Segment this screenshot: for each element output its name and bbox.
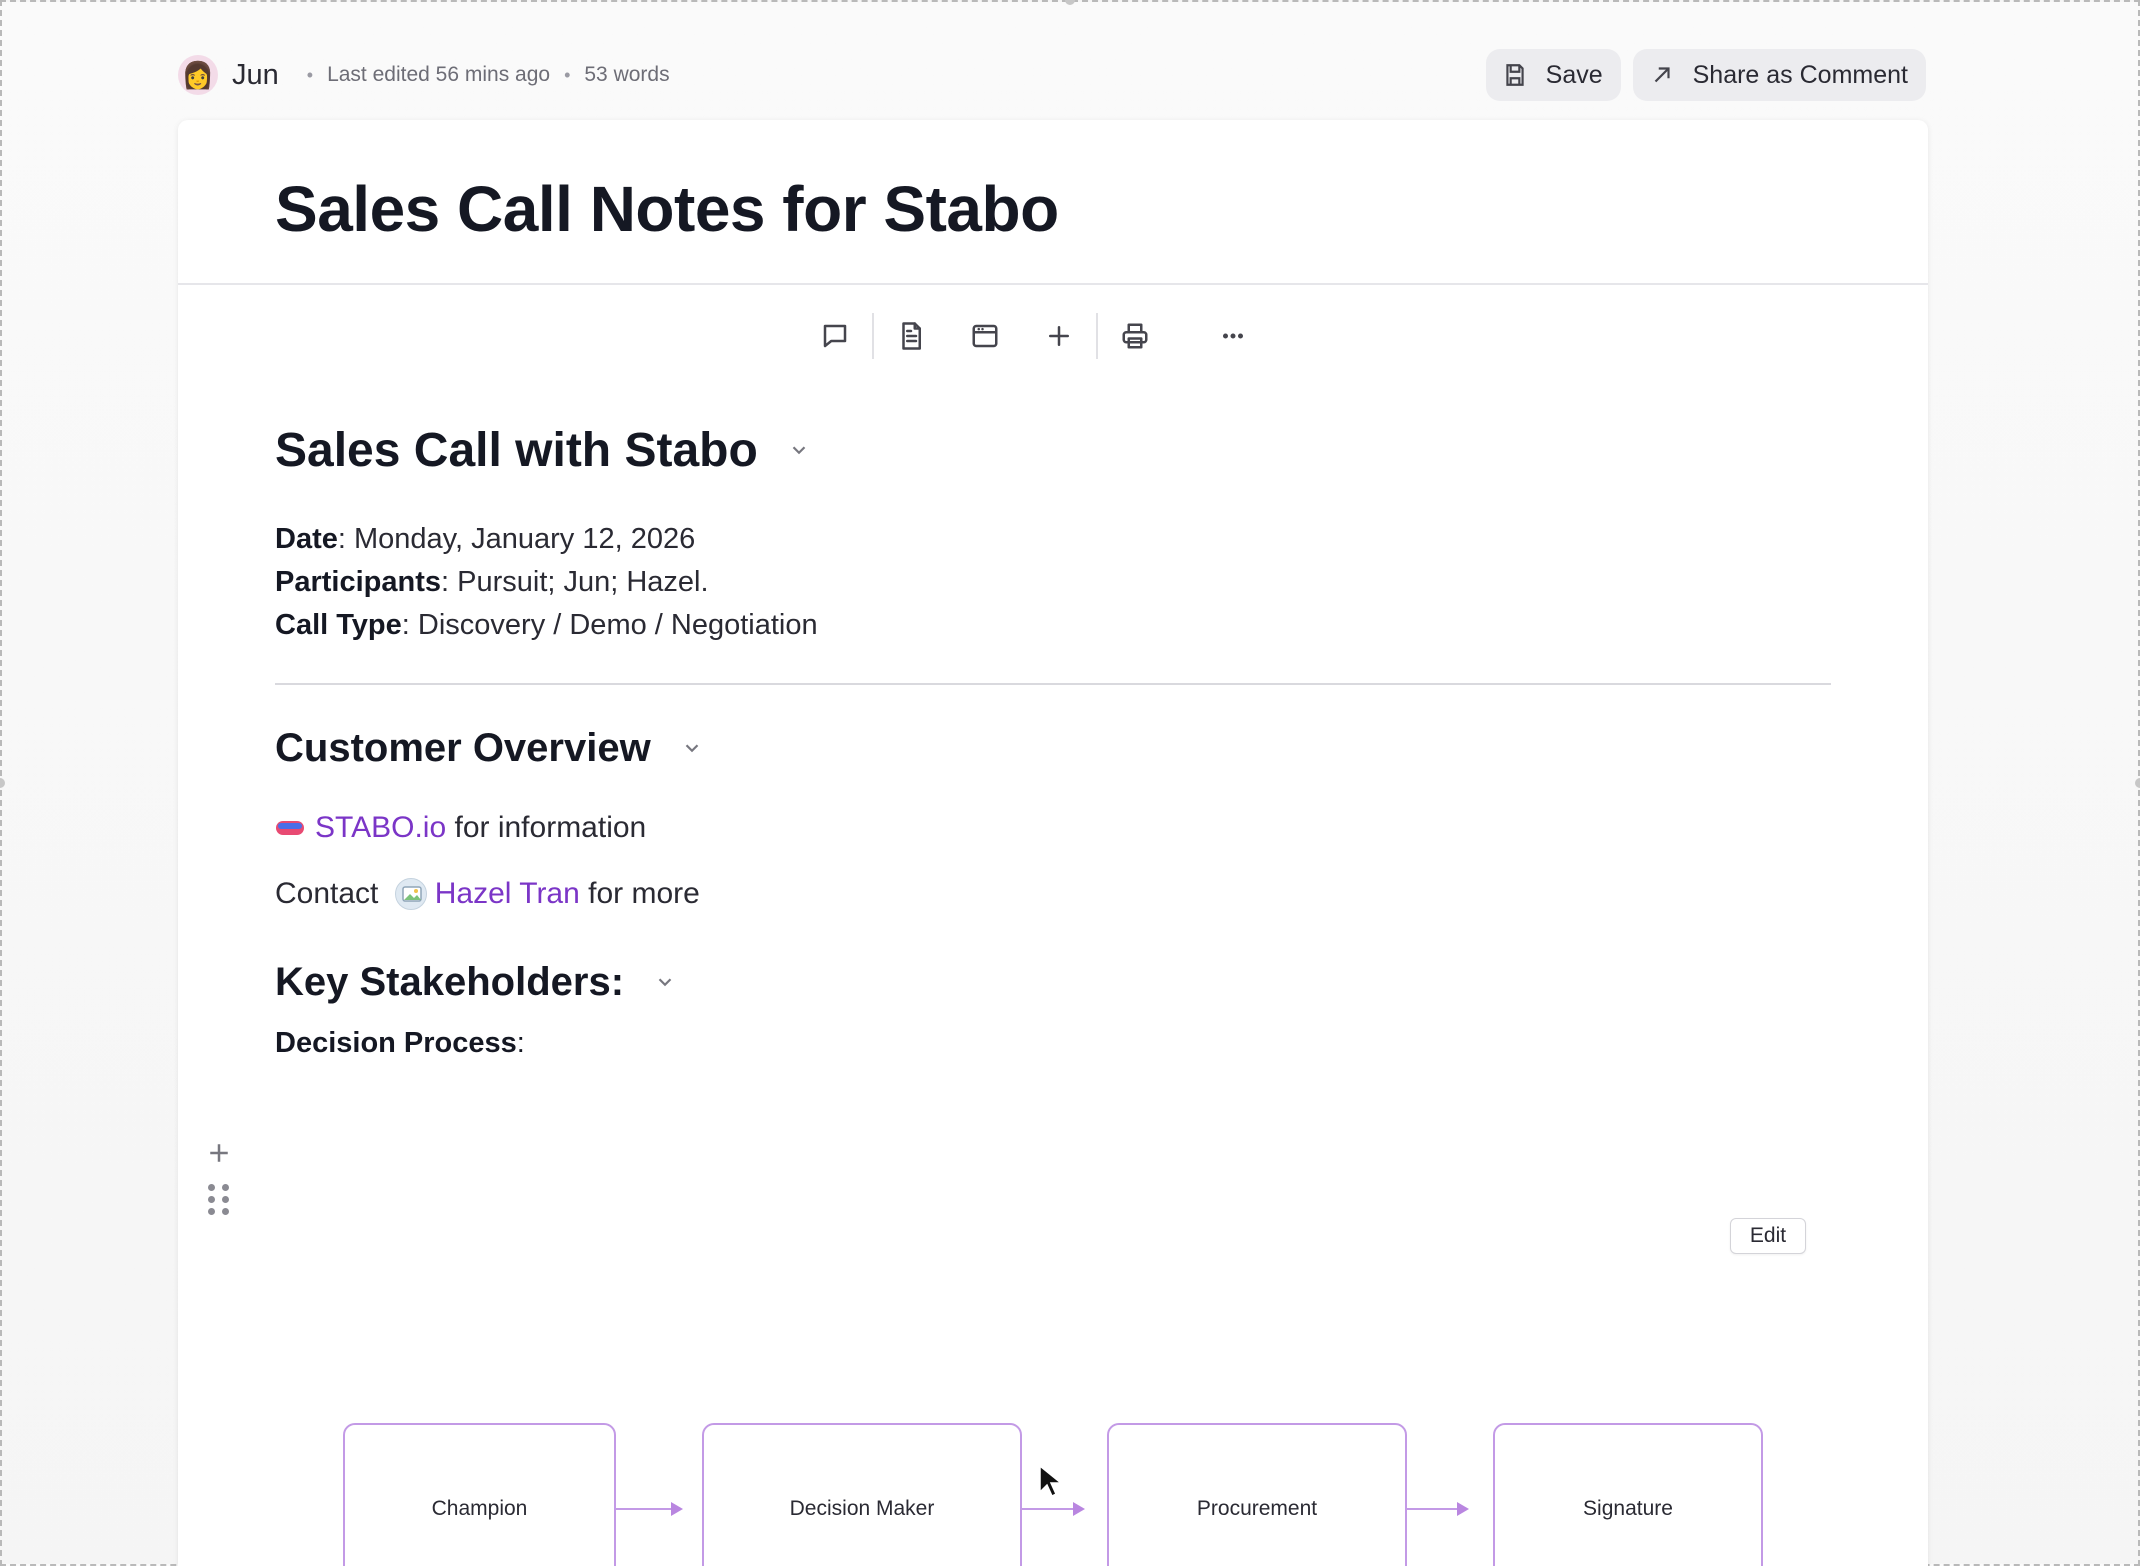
- document-card: Sales Call Notes for Stabo Sales Call wi…: [178, 120, 1928, 1566]
- diagram-node-signature[interactable]: Signature: [1493, 1423, 1763, 1566]
- document-button[interactable]: [874, 308, 948, 364]
- decision-suffix: :: [516, 1027, 525, 1059]
- document-icon: [902, 322, 921, 350]
- meta-value: : Discovery / Demo / Negotiation: [401, 609, 818, 641]
- meta-participants: Participants: Pursuit; Jun; Hazel.: [275, 561, 1831, 604]
- comment-button[interactable]: [798, 308, 872, 364]
- chevron-down-icon[interactable]: [788, 439, 810, 461]
- add-block-icon[interactable]: [204, 1138, 234, 1168]
- separator-dot: •: [564, 64, 571, 85]
- diagram-arrow: [1407, 1502, 1469, 1516]
- comment-icon: [823, 324, 847, 348]
- diagram-arrow: [1022, 1502, 1085, 1516]
- section-title: Sales Call with Stabo: [275, 423, 758, 477]
- title-divider: [178, 283, 1928, 285]
- last-edited: Last edited 56 mins ago: [327, 63, 551, 86]
- chevron-down-icon[interactable]: [654, 971, 676, 993]
- user-name: Jun: [232, 58, 279, 91]
- paragraph-text: for information: [446, 811, 647, 844]
- document-body: Sales Call with Stabo Date: Monday, Janu…: [275, 410, 1831, 1060]
- key-stakeholders-heading[interactable]: Key Stakeholders:: [275, 947, 1831, 1017]
- edit-diagram-button[interactable]: Edit: [1730, 1218, 1806, 1254]
- paragraph-text: Contact: [275, 877, 387, 910]
- stabo-link[interactable]: STABO.io: [315, 811, 446, 845]
- diagram-arrow: [616, 1502, 683, 1516]
- more-icon: [1223, 333, 1243, 339]
- share-label: Share as Comment: [1692, 60, 1908, 89]
- customer-overview-heading[interactable]: Customer Overview: [275, 713, 1831, 783]
- document-header: 👩 Jun • Last edited 56 mins ago • 53 wor…: [178, 49, 1926, 101]
- drag-handle-icon[interactable]: [208, 1184, 230, 1215]
- save-label: Save: [1545, 60, 1603, 89]
- add-button[interactable]: [1022, 308, 1096, 364]
- heading-text: Customer Overview: [275, 725, 651, 770]
- paragraph-text: for more: [579, 877, 700, 910]
- meta-value: : Monday, January 12, 2026: [337, 523, 696, 555]
- print-icon: [1122, 323, 1148, 349]
- mouse-cursor-icon: [1039, 1464, 1062, 1498]
- contact-link[interactable]: Hazel Tran: [435, 877, 580, 911]
- avatar[interactable]: 👩: [178, 55, 218, 95]
- decision-label: Decision Process: [275, 1027, 517, 1059]
- diagram-node-procurement[interactable]: Procurement: [1107, 1423, 1407, 1566]
- save-button[interactable]: Save: [1485, 49, 1621, 101]
- meta-date: Date: Monday, January 12, 2026: [275, 518, 1831, 561]
- plus-icon: [1049, 326, 1069, 346]
- page-title[interactable]: Sales Call Notes for Stabo: [275, 172, 1059, 246]
- meta-value: : Pursuit; Jun; Hazel.: [441, 566, 709, 598]
- contact-avatar: [394, 878, 427, 910]
- block-tools: [204, 1138, 234, 1215]
- arrow-up-right-icon: [1654, 67, 1670, 83]
- diagram-node-decision-maker[interactable]: Decision Maker: [702, 1423, 1022, 1566]
- separator-dot: •: [306, 64, 314, 85]
- diagram-node-champion[interactable]: Champion: [343, 1423, 616, 1566]
- share-as-comment-button[interactable]: Share as Comment: [1632, 49, 1926, 101]
- contact-paragraph: Contact Hazel Tran for more: [275, 861, 1831, 927]
- chevron-down-icon[interactable]: [681, 737, 703, 759]
- meta-label: Call Type: [275, 609, 402, 641]
- info-paragraph: STABO.io for information: [275, 795, 1831, 861]
- meta-label: Participants: [275, 566, 441, 598]
- decision-flow-diagram[interactable]: Champion Decision Maker Procurement Sign…: [178, 1290, 1928, 1566]
- word-count: 53 words: [584, 63, 670, 86]
- meta-label: Date: [275, 523, 338, 555]
- document-toolbar: [798, 308, 1270, 364]
- save-icon: [1505, 64, 1524, 86]
- more-options-button[interactable]: [1196, 308, 1270, 364]
- call-metadata: Date: Monday, January 12, 2026 Participa…: [275, 518, 1831, 647]
- heading-text: Key Stakeholders:: [275, 959, 625, 1004]
- resize-handle-right[interactable]: [2135, 778, 2140, 788]
- divider: [275, 683, 1831, 685]
- window-button[interactable]: [948, 308, 1022, 364]
- window-icon: [972, 324, 998, 348]
- image-placeholder-icon: [401, 886, 422, 902]
- stabo-logo-icon: [276, 821, 304, 835]
- print-button[interactable]: [1098, 308, 1172, 364]
- meta-call-type: Call Type: Discovery / Demo / Negotiatio…: [275, 604, 1831, 647]
- section-heading[interactable]: Sales Call with Stabo: [275, 410, 1831, 490]
- decision-process: Decision Process:: [275, 1027, 1831, 1060]
